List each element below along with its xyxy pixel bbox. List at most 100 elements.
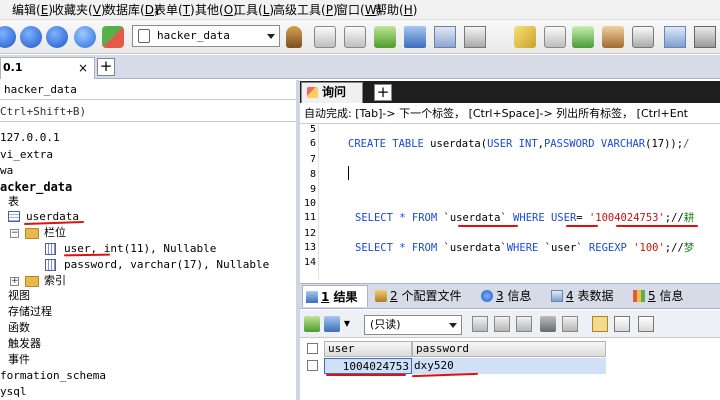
add-query-tab-button[interactable]: + bbox=[374, 84, 392, 101]
tree-db-information-schema[interactable]: formation_schema bbox=[0, 369, 106, 383]
gutter-divider bbox=[318, 124, 319, 280]
line-number: 9 bbox=[309, 184, 316, 195]
line-number: 5 bbox=[309, 124, 316, 135]
import-icon[interactable] bbox=[324, 316, 340, 332]
line-number: 7 bbox=[309, 154, 316, 165]
collapse-icon[interactable]: − bbox=[10, 229, 19, 238]
tab-profiles[interactable]: 2 个配置文件 bbox=[372, 285, 466, 307]
tab-results[interactable]: 1 结果 bbox=[302, 285, 368, 307]
tree-procedures[interactable]: 存储过程 bbox=[8, 305, 52, 319]
duplicate-row-icon[interactable] bbox=[494, 316, 510, 332]
tree-server[interactable]: 127.0.0.1 bbox=[0, 131, 60, 145]
tree-views[interactable]: 视图 bbox=[8, 289, 30, 303]
menu-advanced-tools[interactable]: 高级工具(P) bbox=[273, 2, 338, 18]
menu-database[interactable]: 数据库(D) bbox=[104, 2, 159, 18]
info-icon bbox=[481, 290, 493, 302]
line-number: 13 bbox=[303, 242, 316, 253]
copy-db-icon[interactable] bbox=[544, 26, 566, 48]
save-icon[interactable] bbox=[516, 316, 532, 332]
menu-favorites[interactable]: 收藏夹(V) bbox=[52, 2, 106, 18]
menu-tools[interactable]: 工具(L) bbox=[234, 2, 274, 18]
tree-index-folder[interactable]: 索引 bbox=[44, 274, 66, 288]
annotation-underline bbox=[566, 225, 598, 227]
delete-icon[interactable] bbox=[540, 316, 556, 332]
tree-db-current[interactable]: acker_data bbox=[0, 180, 72, 194]
tools-icon[interactable] bbox=[694, 26, 716, 48]
menu-bar: 编辑(E) 收藏夹(V) 数据库(D) 表单(T) 其他(O) 工具(L) 高级… bbox=[0, 0, 720, 20]
tree-column-password[interactable]: password, varchar(17), Nullable bbox=[64, 258, 269, 272]
grid-icon bbox=[306, 291, 318, 303]
expand-icon[interactable]: + bbox=[10, 277, 19, 286]
schema-icon[interactable] bbox=[464, 26, 486, 48]
column-icon bbox=[45, 259, 56, 271]
tree-tables-folder[interactable]: 表 bbox=[8, 195, 19, 209]
form-view-icon[interactable] bbox=[614, 316, 630, 332]
table-icon bbox=[551, 290, 563, 302]
tree-triggers[interactable]: 触发器 bbox=[8, 337, 41, 351]
connection-tab[interactable]: 0.1 × bbox=[0, 57, 95, 79]
grid-icon[interactable] bbox=[404, 26, 426, 48]
sql-editor[interactable]: 5 6 7 8 9 10 11 12 13 14 CREATE TABLE us… bbox=[300, 124, 720, 280]
insert-row-icon[interactable] bbox=[472, 316, 488, 332]
tree-db-vi-extra[interactable]: vi_extra bbox=[0, 148, 53, 162]
grid-view-icon[interactable] bbox=[592, 316, 608, 332]
menu-help[interactable]: 帮助(H) bbox=[375, 2, 417, 18]
query-tab[interactable]: 询问 bbox=[301, 82, 363, 103]
tree-events[interactable]: 事件 bbox=[8, 353, 30, 367]
tab-messages[interactable]: 3 信息 bbox=[478, 285, 538, 307]
tree-functions[interactable]: 函数 bbox=[8, 321, 30, 335]
filter-input[interactable]: Ctrl+Shift+B) bbox=[0, 102, 296, 122]
menu-table[interactable]: 表单(T) bbox=[154, 2, 195, 18]
select-all-checkbox[interactable] bbox=[307, 343, 318, 354]
import-icon[interactable] bbox=[374, 26, 396, 48]
monitor-icon[interactable] bbox=[664, 26, 686, 48]
column-header-user[interactable]: user bbox=[324, 341, 412, 357]
table-icon[interactable] bbox=[434, 26, 456, 48]
sync-icon[interactable] bbox=[572, 26, 594, 48]
play-icon[interactable] bbox=[20, 26, 42, 48]
menu-edit[interactable]: 编辑(E) bbox=[12, 2, 53, 18]
tree-db-mysql[interactable]: ysql bbox=[0, 385, 27, 399]
result-mode-select[interactable]: (只读) bbox=[364, 315, 462, 335]
profile-icon bbox=[375, 290, 387, 302]
cell-password[interactable]: dxy520 bbox=[412, 358, 606, 374]
add-connection-button[interactable]: + bbox=[97, 58, 115, 76]
column-icon bbox=[45, 243, 56, 255]
autocomplete-hint: 自动完成: [Tab]-> 下一个标签， [Ctrl+Space]-> 列出所有… bbox=[300, 104, 720, 124]
fast-forward-icon[interactable] bbox=[46, 26, 68, 48]
annotation-underline bbox=[326, 374, 406, 376]
row-checkbox[interactable] bbox=[307, 360, 318, 371]
pencil-icon bbox=[307, 87, 318, 98]
tree-db-wa[interactable]: wa bbox=[0, 164, 13, 178]
annotation-underline bbox=[616, 225, 698, 227]
refresh-icon[interactable] bbox=[74, 26, 96, 48]
cell-user[interactable]: 1004024753 bbox=[324, 358, 412, 374]
code-line-11: SELECT * FROM `userdata` WHERE USER= '10… bbox=[355, 212, 695, 224]
chevron-down-icon[interactable]: ▼ bbox=[342, 316, 352, 332]
truck-icon[interactable] bbox=[602, 26, 624, 48]
chevron-down-icon bbox=[267, 34, 275, 39]
user-icon[interactable] bbox=[286, 26, 302, 48]
chart-icon bbox=[633, 290, 645, 302]
menu-other[interactable]: 其他(O) bbox=[195, 2, 238, 18]
export-icon[interactable] bbox=[304, 316, 320, 332]
backup-icon[interactable] bbox=[314, 26, 336, 48]
tree-columns-folder[interactable]: 栏位 bbox=[44, 226, 66, 240]
line-number: 12 bbox=[303, 228, 316, 239]
folder-icon bbox=[25, 228, 39, 239]
tab-table-data[interactable]: 4 表数据 bbox=[548, 285, 620, 307]
connection-status-icon[interactable] bbox=[102, 26, 124, 48]
table-icon bbox=[8, 211, 20, 222]
cancel-icon[interactable] bbox=[562, 316, 578, 332]
text-view-icon[interactable] bbox=[638, 316, 654, 332]
tab-info[interactable]: 5 信息 bbox=[630, 285, 690, 307]
column-header-password[interactable]: password bbox=[412, 341, 606, 357]
wand-icon[interactable] bbox=[514, 26, 536, 48]
object-browser-header: hacker_data bbox=[0, 80, 296, 100]
line-number: 6 bbox=[309, 138, 316, 149]
restore-icon[interactable] bbox=[344, 26, 366, 48]
close-icon[interactable]: × bbox=[78, 58, 88, 78]
database-select[interactable]: hacker_data bbox=[132, 25, 280, 47]
result-toolbar bbox=[300, 310, 720, 338]
schedule-icon[interactable] bbox=[632, 26, 654, 48]
